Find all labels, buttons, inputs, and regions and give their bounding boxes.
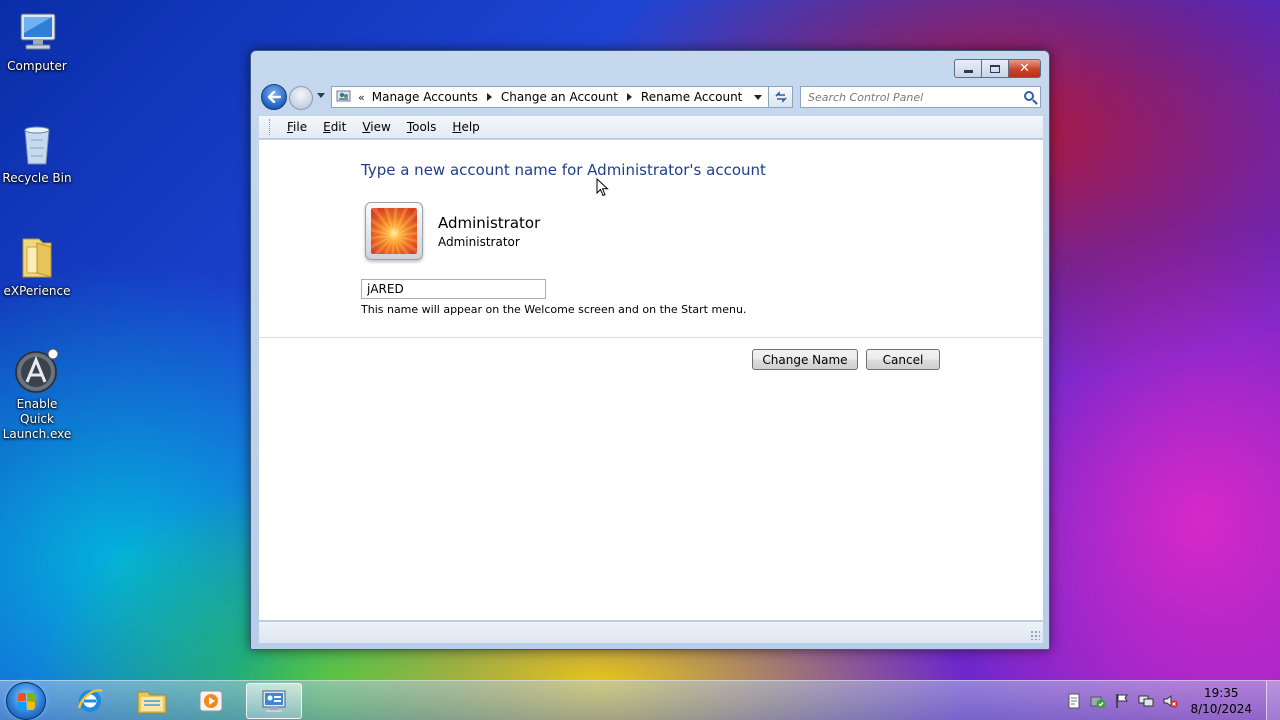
rename-account-window: ✕ « Manage Accounts Change an Account Re… bbox=[250, 50, 1050, 650]
desktop-icon-label: Enable Quick Launch.exe bbox=[2, 397, 72, 441]
minimize-icon bbox=[963, 70, 973, 73]
refresh-button[interactable] bbox=[769, 86, 793, 108]
desktop-icon-experience[interactable]: eXPerience bbox=[0, 233, 74, 299]
change-name-button[interactable]: Change Name bbox=[752, 349, 858, 370]
desktop-icon-computer[interactable]: Computer bbox=[0, 8, 74, 74]
clock-date: 8/10/2024 bbox=[1190, 702, 1252, 716]
menu-grip bbox=[269, 119, 271, 135]
recycle-bin-icon bbox=[13, 120, 61, 168]
search-icon[interactable] bbox=[1024, 91, 1034, 101]
start-button[interactable] bbox=[6, 682, 46, 720]
back-button[interactable] bbox=[261, 84, 287, 110]
taskbar-internet-explorer[interactable] bbox=[62, 683, 118, 719]
search-input[interactable] bbox=[801, 87, 1011, 107]
close-icon: ✕ bbox=[1019, 61, 1030, 76]
folder-icon bbox=[13, 233, 61, 281]
minimize-button[interactable] bbox=[954, 59, 982, 78]
back-arrow-icon bbox=[267, 91, 281, 103]
breadcrumb-separator-icon[interactable] bbox=[486, 93, 492, 101]
menu-bar: File Edit View Tools Help bbox=[259, 115, 1043, 139]
taskbar: 19:35 8/10/2024 bbox=[0, 680, 1280, 720]
volume-muted-icon[interactable] bbox=[1162, 693, 1178, 709]
account-avatar bbox=[365, 202, 423, 260]
desktop-icon-enable-quick-launch[interactable]: Enable Quick Launch.exe bbox=[0, 346, 74, 442]
breadcrumb-separator-icon[interactable] bbox=[626, 93, 632, 101]
system-tray: 19:35 8/10/2024 bbox=[1062, 681, 1280, 720]
new-account-name-input[interactable] bbox=[361, 279, 546, 299]
desktop-icon-label: Recycle Bin bbox=[2, 171, 72, 185]
windows-logo-icon bbox=[18, 693, 36, 711]
forward-button[interactable] bbox=[289, 86, 313, 110]
taskbar-windows-explorer[interactable] bbox=[124, 683, 180, 719]
menu-file[interactable]: File bbox=[279, 120, 315, 134]
action-center-flag-icon[interactable] bbox=[1114, 693, 1130, 709]
taskbar-media-player[interactable] bbox=[183, 683, 239, 719]
search-box bbox=[800, 86, 1041, 108]
menu-view[interactable]: View bbox=[354, 120, 398, 134]
control-panel-users-icon bbox=[336, 90, 352, 104]
breadcrumb-manage-accounts[interactable]: Manage Accounts bbox=[372, 90, 478, 104]
recent-pages-dropdown[interactable] bbox=[317, 93, 325, 98]
control-panel-icon bbox=[262, 690, 286, 712]
security-shield-icon[interactable] bbox=[1090, 693, 1106, 709]
address-dropdown-icon[interactable] bbox=[754, 95, 762, 100]
content-pane: Type a new account name for Administrato… bbox=[259, 140, 1043, 620]
resize-grip[interactable] bbox=[1030, 630, 1040, 640]
desktop-icon-label: eXPerience bbox=[3, 284, 71, 298]
menu-tools[interactable]: Tools bbox=[399, 120, 445, 134]
window-controls: ✕ bbox=[954, 59, 1041, 78]
refresh-icon bbox=[774, 91, 787, 103]
account-type: Administrator bbox=[438, 235, 520, 249]
overflow-chevron-icon[interactable]: « bbox=[358, 91, 365, 104]
notes-icon[interactable] bbox=[1066, 693, 1082, 709]
cancel-button[interactable]: Cancel bbox=[866, 349, 940, 370]
account-name: Administrator bbox=[438, 214, 541, 232]
menu-edit[interactable]: Edit bbox=[315, 120, 354, 134]
media-player-icon bbox=[199, 690, 223, 712]
clock[interactable]: 19:35 8/10/2024 bbox=[1190, 685, 1252, 717]
flower-picture-icon bbox=[371, 208, 417, 254]
menu-help[interactable]: Help bbox=[444, 120, 487, 134]
breadcrumb-change-account[interactable]: Change an Account bbox=[501, 90, 618, 104]
name-hint-text: This name will appear on the Welcome scr… bbox=[361, 303, 747, 316]
taskbar-control-panel[interactable] bbox=[246, 683, 302, 719]
close-button[interactable]: ✕ bbox=[1009, 59, 1041, 78]
network-icon[interactable] bbox=[1138, 693, 1154, 709]
internet-explorer-icon bbox=[77, 689, 103, 712]
desktop-icon-label: Computer bbox=[7, 59, 67, 73]
status-bar bbox=[259, 621, 1043, 643]
breadcrumb-rename-account[interactable]: Rename Account bbox=[641, 90, 742, 104]
divider bbox=[259, 337, 1043, 338]
address-bar[interactable]: « Manage Accounts Change an Account Rena… bbox=[331, 86, 769, 108]
navigation-bar: « Manage Accounts Change an Account Rena… bbox=[259, 84, 1043, 110]
desktop-icon-recycle-bin[interactable]: Recycle Bin bbox=[0, 120, 74, 186]
computer-icon bbox=[13, 8, 61, 56]
app-exe-icon bbox=[13, 346, 61, 394]
clock-time: 19:35 bbox=[1203, 686, 1239, 700]
page-title: Type a new account name for Administrato… bbox=[361, 161, 766, 179]
maximize-button[interactable] bbox=[982, 59, 1009, 78]
maximize-icon bbox=[990, 64, 1000, 73]
windows-explorer-icon bbox=[137, 691, 167, 714]
show-desktop-button[interactable] bbox=[1266, 681, 1280, 720]
